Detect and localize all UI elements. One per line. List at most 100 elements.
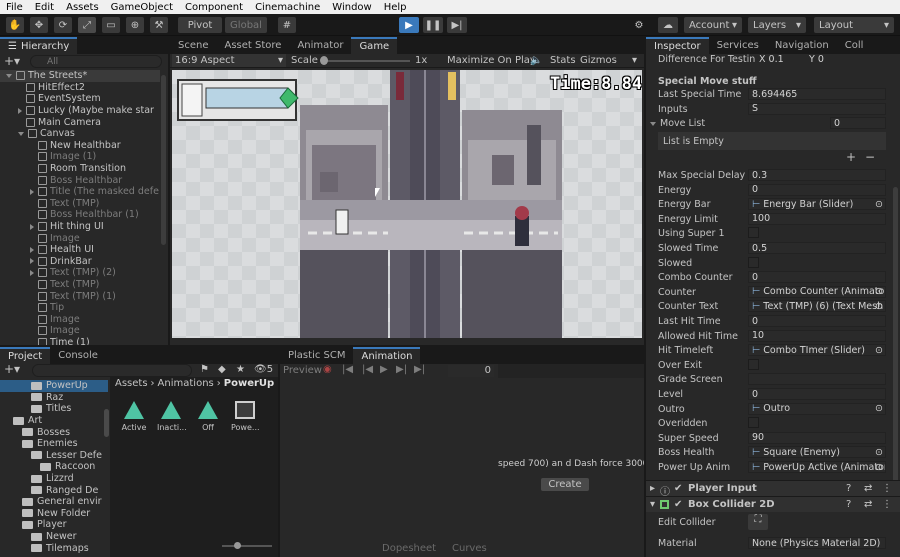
scale-slider[interactable] (322, 60, 410, 62)
grid-snap-icon[interactable]: # (278, 17, 296, 33)
tab-scene[interactable]: Scene (170, 37, 217, 54)
menu-item[interactable]: Assets (60, 2, 105, 13)
play-button[interactable]: ▶ (399, 17, 419, 33)
folder-item[interactable]: Lesser Defe (0, 450, 108, 462)
play-animation-icon[interactable]: ▶ (380, 364, 388, 375)
hierarchy-item[interactable]: New Healthbar (0, 140, 160, 152)
hierarchy-item[interactable]: HitEffect2 (0, 82, 160, 94)
hierarchy-item[interactable]: Tip (0, 302, 160, 314)
game-viewport[interactable]: Time:8.84 (172, 70, 642, 338)
tab-plastic-scm[interactable]: Plastic SCM (280, 347, 353, 364)
hierarchy-item[interactable]: Boss Healthbar (1) (0, 209, 160, 221)
frame-field[interactable]: 0 (448, 365, 494, 377)
folder-item[interactable]: Bosses (0, 426, 108, 438)
maximize-on-play-toggle[interactable]: Maximize On Play (447, 55, 536, 66)
chevron-down-icon[interactable]: ▾ (632, 55, 637, 66)
pause-button[interactable]: ❚❚ (423, 17, 443, 33)
transform-tool-icon[interactable]: ⊕ (126, 17, 144, 33)
timeline-ruler[interactable] (498, 364, 644, 378)
pivot-button[interactable]: Pivot (178, 17, 222, 33)
folder-item[interactable]: Art (0, 415, 108, 427)
step-button[interactable]: ▶| (447, 17, 467, 33)
hierarchy-item[interactable]: The Streets* (0, 70, 160, 82)
hand-tool-icon[interactable]: ✋ (6, 17, 24, 33)
layout-dropdown[interactable]: Layout ▾ (814, 17, 894, 33)
dopesheet-tab[interactable]: Dopesheet (382, 543, 436, 554)
tab-services[interactable]: Services (709, 37, 767, 54)
hierarchy-item[interactable]: Text (TMP) (0, 198, 160, 210)
scale-tool-icon[interactable]: ⤢ (78, 17, 96, 33)
cloud-icon[interactable]: ☁ (658, 17, 678, 33)
menu-item[interactable]: Help (378, 2, 413, 13)
move-tool-icon[interactable]: ✥ (30, 17, 48, 33)
folder-item[interactable]: Raz (0, 392, 108, 404)
hierarchy-item[interactable]: Text (TMP) (2) (0, 267, 160, 279)
chevron-icon[interactable] (30, 188, 34, 195)
folder-item[interactable]: Raccoon (0, 461, 108, 473)
rotate-tool-icon[interactable]: ⟳ (54, 17, 72, 33)
chevron-icon[interactable] (18, 107, 22, 114)
menu-item[interactable]: Window (326, 2, 377, 13)
aspect-dropdown[interactable]: 16:9 Aspect ▾ (172, 54, 286, 67)
icon-size-slider-handle[interactable] (234, 542, 241, 549)
hierarchy-item[interactable]: Text (TMP) (1) (0, 290, 160, 302)
layers-dropdown[interactable]: Layers ▾ (748, 17, 806, 33)
chevron-icon[interactable] (18, 131, 24, 136)
filter-icon[interactable]: ⚑ (200, 364, 209, 375)
chevron-icon[interactable] (30, 246, 34, 253)
breadcrumb-item[interactable]: Animations (158, 378, 214, 389)
asset-item[interactable]: Powe... (231, 401, 260, 432)
hierarchy-item[interactable]: Image (0, 232, 160, 244)
chevron-icon[interactable] (30, 269, 34, 276)
global-button[interactable]: Global (225, 17, 267, 33)
hierarchy-item[interactable]: Health UI (0, 244, 160, 256)
inspector-scrollbar[interactable] (893, 187, 898, 487)
next-keyframe-icon[interactable]: ▶| (396, 364, 407, 375)
folder-item[interactable]: Ranged De (0, 484, 108, 496)
chevron-icon[interactable] (6, 73, 12, 78)
folder-item[interactable]: Player (0, 519, 108, 531)
hierarchy-item[interactable]: Image (0, 325, 160, 337)
label-icon[interactable]: ◆ (218, 364, 226, 375)
hierarchy-item[interactable]: Main Camera (0, 116, 160, 128)
tab-animator[interactable]: Animator (289, 37, 351, 54)
hierarchy-item[interactable]: Boss Healthbar (0, 174, 160, 186)
asset-item[interactable]: Off (194, 401, 222, 432)
folder-item[interactable]: New Folder (0, 508, 108, 520)
account-dropdown[interactable]: Account ▾ (684, 17, 742, 33)
folder-item[interactable]: Enemies (0, 438, 108, 450)
preview-toggle[interactable]: Preview (283, 365, 322, 376)
hierarchy-item[interactable]: Room Transition (0, 163, 160, 175)
hierarchy-scrollbar[interactable] (161, 75, 166, 245)
custom-tool-icon[interactable]: ⚒ (150, 17, 168, 33)
settings-gear-icon[interactable]: ⚙ (630, 17, 648, 33)
chevron-icon[interactable] (30, 223, 34, 230)
tab-game[interactable]: Game (351, 37, 398, 54)
project-tree-scrollbar[interactable] (104, 409, 109, 437)
tab-inspector[interactable]: Inspector (646, 37, 709, 54)
menu-item[interactable]: GameObject (105, 2, 179, 13)
folder-item[interactable]: PowerUp (0, 380, 108, 392)
add-icon[interactable]: +▾ (4, 54, 20, 68)
tab-asset-store[interactable]: Asset Store (217, 37, 290, 54)
project-search-input[interactable] (32, 364, 192, 377)
menu-item[interactable]: Component (179, 2, 249, 13)
hierarchy-item[interactable]: Title (The masked defe (0, 186, 160, 198)
rect-tool-icon[interactable]: ▭ (102, 17, 120, 33)
folder-item[interactable]: Titles (0, 403, 108, 415)
asset-item[interactable]: Inacti... (157, 401, 187, 432)
prev-keyframe-icon[interactable]: |◀ (362, 364, 373, 375)
chevron-icon[interactable] (30, 258, 34, 265)
menu-item[interactable]: Cinemachine (249, 2, 326, 13)
tab-navigation[interactable]: Navigation (767, 37, 837, 54)
hierarchy-item[interactable]: Hit thing UI (0, 221, 160, 233)
asset-item[interactable]: Active (120, 401, 148, 432)
hierarchy-item[interactable]: Image (1) (0, 151, 160, 163)
menu-item[interactable]: File (0, 2, 29, 13)
create-button[interactable]: Create (541, 478, 589, 491)
curves-tab[interactable]: Curves (452, 543, 487, 554)
hierarchy-search-input[interactable]: All (30, 55, 162, 68)
first-keyframe-icon[interactable]: |◀ (342, 364, 353, 375)
mute-audio-icon[interactable]: 🔈 (530, 55, 542, 66)
hierarchy-item[interactable]: EventSystem (0, 93, 160, 105)
